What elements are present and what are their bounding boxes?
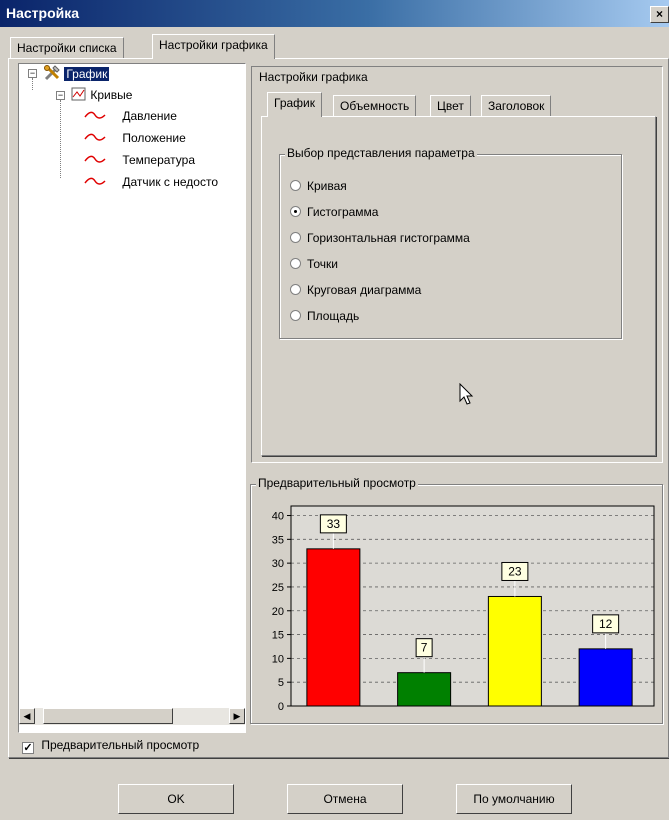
bar	[578, 648, 633, 707]
y-tick-label: 0	[278, 701, 284, 713]
radio-label: Точки	[307, 257, 339, 271]
horizontal-scrollbar[interactable]: ◀ ▶	[19, 708, 245, 725]
checkbox-label: Предварительный просмотр	[41, 738, 200, 752]
tab-list-settings[interactable]: Настройки списка	[10, 37, 124, 59]
radio-label: Кривая	[307, 179, 347, 193]
preview-label: Предварительный просмотр	[256, 476, 418, 490]
tree-label: Положение	[122, 131, 186, 145]
scroll-thumb[interactable]	[43, 708, 173, 724]
curve-icon	[84, 177, 106, 185]
y-tick-label: 10	[272, 653, 284, 665]
data-label: 33	[327, 517, 341, 531]
tree-label: Кривые	[90, 88, 133, 102]
radio-area[interactable]: Площадь	[290, 307, 359, 325]
radio-curve[interactable]: Кривая	[290, 177, 347, 195]
radio-points[interactable]: Точки	[290, 255, 338, 273]
curve-icon	[84, 133, 106, 141]
scroll-left-icon[interactable]: ◀	[19, 708, 35, 724]
curve-icon	[84, 111, 106, 119]
radio-label: Гистограмма	[307, 205, 379, 219]
tree-label: Температура	[122, 153, 196, 167]
mouse-cursor-icon	[459, 383, 474, 405]
scroll-right-icon[interactable]: ▶	[229, 708, 245, 724]
group-label: Выбор представления параметра	[285, 146, 477, 160]
tree-item-position[interactable]: Положение	[83, 129, 186, 147]
data-label: 7	[421, 641, 428, 655]
y-tick-label: 30	[272, 558, 284, 570]
bar	[306, 548, 361, 707]
bar	[397, 672, 452, 707]
tab-color[interactable]: Цвет	[430, 95, 471, 117]
radio-pie-chart[interactable]: Круговая диаграмма	[290, 281, 421, 299]
chart-line-icon	[71, 87, 86, 101]
tree-view[interactable]: − График − Кривые Давление Положение Тем…	[18, 63, 246, 733]
y-tick-label: 20	[272, 606, 284, 618]
data-label: 23	[508, 564, 522, 578]
tree-item-curves[interactable]: Кривые	[71, 86, 132, 104]
tab-volume[interactable]: Объемность	[333, 95, 417, 117]
radio-horizontal-histogram[interactable]: Горизонтальная гистограмма	[290, 229, 470, 247]
y-tick-label: 40	[272, 511, 284, 523]
curve-icon	[84, 155, 106, 163]
tab-label: Объемность	[340, 99, 410, 113]
default-button[interactable]: По умолчанию	[456, 784, 572, 814]
tree-item-temperature[interactable]: Температура	[83, 151, 195, 169]
bar	[487, 595, 542, 707]
collapse-icon[interactable]: −	[56, 91, 65, 100]
tab-label: График	[274, 96, 315, 110]
collapse-icon[interactable]: −	[28, 69, 37, 78]
checkbox-icon[interactable]: ✓	[22, 742, 34, 754]
radio-button[interactable]	[290, 284, 301, 295]
tree-label: Давление	[122, 109, 177, 123]
tools-icon	[44, 65, 60, 81]
tree-label: Датчик с недосто	[122, 175, 218, 189]
tab-label: Настройки графика	[159, 38, 268, 52]
radio-button[interactable]	[290, 310, 301, 321]
preview-checkbox[interactable]: ✓ Предварительный просмотр	[22, 738, 199, 754]
tree-item-sensor[interactable]: Датчик с недосто	[83, 173, 218, 191]
data-label: 12	[599, 617, 613, 631]
tab-label: Заголовок	[488, 99, 545, 113]
radio-button[interactable]	[290, 206, 301, 217]
radio-histogram[interactable]: Гистограмма	[290, 203, 378, 221]
preview-chart: 0 5 10 15 20 25 30 35 40 33 7 23 12	[272, 505, 655, 713]
tab-header[interactable]: Заголовок	[481, 95, 552, 117]
radio-label: Горизонтальная гистограмма	[307, 231, 470, 245]
radio-button[interactable]	[290, 180, 301, 191]
y-tick-label: 35	[272, 534, 284, 546]
window-title: Настройка	[6, 5, 80, 21]
tab-label: Настройки списка	[17, 41, 117, 55]
settings-title: Настройки графика	[259, 70, 368, 84]
radio-button[interactable]	[290, 232, 301, 243]
tree-item-pressure[interactable]: Давление	[83, 107, 177, 125]
radio-button[interactable]	[290, 258, 301, 269]
tree-label: График	[64, 67, 110, 81]
tab-label: Цвет	[437, 99, 464, 113]
tab-chart-settings[interactable]: Настройки графика	[152, 34, 275, 59]
tree-item-chart[interactable]: График	[43, 64, 110, 82]
title-bar: Настройка ×	[0, 0, 669, 27]
ok-button[interactable]: OK	[118, 784, 234, 814]
y-tick-label: 5	[278, 677, 284, 689]
radio-label: Круговая диаграмма	[307, 283, 422, 297]
radio-label: Площадь	[307, 309, 360, 323]
close-icon[interactable]: ×	[650, 6, 669, 23]
tab-chart[interactable]: График	[267, 92, 322, 117]
y-tick-label: 15	[272, 630, 284, 642]
cancel-button[interactable]: Отмена	[287, 784, 403, 814]
y-tick-label: 25	[272, 582, 284, 594]
